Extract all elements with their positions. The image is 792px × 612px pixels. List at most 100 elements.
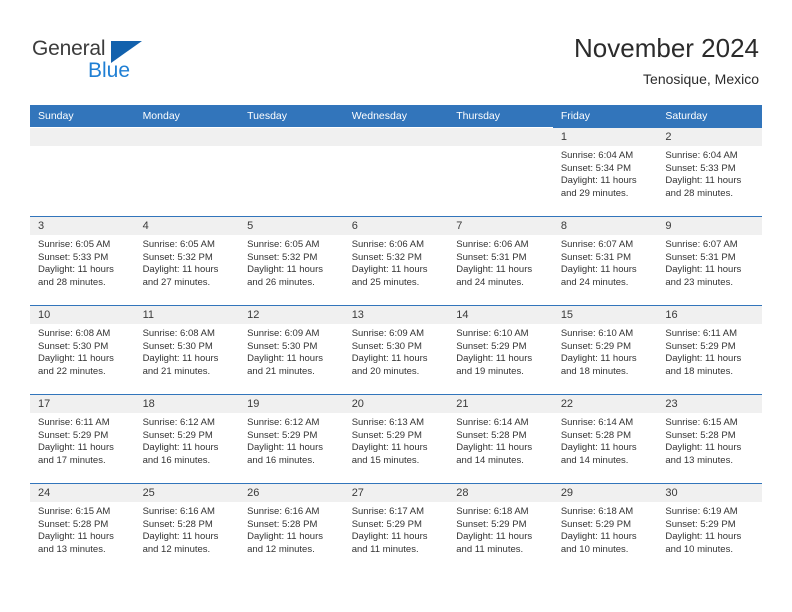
day-number: 2	[657, 128, 762, 146]
sunset-time: Sunset: 5:31 PM	[665, 251, 736, 263]
day-number: 18	[134, 395, 240, 413]
calendar-day-cell[interactable]: 25 Sunrise: 6:16 AM Sunset: 5:28 PM Dayligh…	[134, 483, 240, 573]
sunrise-time: Sunrise: 6:07 AM	[560, 239, 634, 250]
calendar-day-cell[interactable]: 11 Sunrise: 6:08 AM Sunset: 5:30 PM Dayligh…	[134, 305, 240, 395]
calendar-day-cell[interactable]: 24 Sunrise: 6:15 AM Sunset: 5:28 PM Dayligh…	[30, 483, 135, 573]
sunset-time: Sunset: 5:28 PM	[665, 429, 736, 441]
day-number: 3	[30, 217, 135, 235]
calendar-day-cell[interactable]: 15 Sunrise: 6:10 AM Sunset: 5:29 PM Dayligh…	[552, 305, 658, 395]
calendar-day-cell[interactable]: 3 Sunrise: 6:05 AM Sunset: 5:33 PM Daylight…	[30, 216, 135, 306]
sunset-time: Sunset: 5:32 PM	[142, 251, 213, 263]
sunset-time: Sunset: 5:30 PM	[142, 340, 213, 352]
sunset-time: Sunset: 5:29 PM	[351, 429, 422, 441]
calendar-day-cell[interactable]: 16 Sunrise: 6:11 AM Sunset: 5:29 PM Dayligh…	[657, 305, 762, 395]
calendar-day-cell[interactable]: 29 Sunrise: 6:18 AM Sunset: 5:29 PM Dayligh…	[552, 483, 658, 573]
calendar-day-cell[interactable]: 14 Sunrise: 6:10 AM Sunset: 5:29 PM Dayligh…	[448, 305, 553, 395]
daylight-duration-line2: and 14 minutes.	[456, 454, 524, 466]
sunset-time: Sunset: 5:33 PM	[665, 162, 736, 174]
daylight-duration-line1: Daylight: 11 hours	[351, 353, 428, 365]
calendar-day-cell[interactable]: 19 Sunrise: 6:12 AM Sunset: 5:29 PM Dayligh…	[239, 394, 344, 484]
sunrise-time: Sunrise: 6:14 AM	[456, 417, 529, 428]
calendar-day-cell[interactable]: 20 Sunrise: 6:13 AM Sunset: 5:29 PM Dayligh…	[343, 394, 449, 484]
page-title: November 2024	[574, 33, 759, 63]
day-details: Sunrise: 6:18 AM Sunset: 5:29 PM Daylight:…	[553, 502, 658, 556]
sunset-time: Sunset: 5:31 PM	[456, 251, 527, 263]
day-number: 25	[134, 484, 240, 502]
sunset-time: Sunset: 5:32 PM	[351, 251, 422, 263]
calendar-cell-empty	[30, 127, 135, 217]
general-blue-logo[interactable]: General Blue	[32, 36, 162, 86]
calendar-day-cell[interactable]: 5 Sunrise: 6:05 AM Sunset: 5:32 PM Daylight…	[239, 216, 344, 306]
daylight-duration-line1: Daylight: 11 hours	[142, 264, 219, 276]
daylight-duration-line1: Daylight: 11 hours	[351, 442, 428, 454]
sunset-time: Sunset: 5:29 PM	[38, 429, 109, 441]
day-details: Sunrise: 6:05 AM Sunset: 5:33 PM Daylight:…	[30, 235, 135, 289]
daylight-duration-line2: and 12 minutes.	[142, 543, 211, 555]
daylight-duration-line1: Daylight: 11 hours	[38, 531, 114, 543]
sunrise-time: Sunrise: 6:15 AM	[665, 417, 738, 428]
weekday-header-tuesday: Tuesday	[239, 105, 344, 128]
day-number: 23	[657, 395, 762, 413]
daylight-duration-line1: Daylight: 11 hours	[665, 264, 742, 276]
calendar-day-cell[interactable]: 26 Sunrise: 6:16 AM Sunset: 5:28 PM Dayligh…	[239, 483, 344, 573]
sunrise-time: Sunrise: 6:05 AM	[38, 239, 111, 250]
calendar-day-cell[interactable]: 22 Sunrise: 6:14 AM Sunset: 5:28 PM Dayligh…	[552, 394, 658, 484]
sunset-time: Sunset: 5:29 PM	[456, 518, 527, 530]
sunset-time: Sunset: 5:32 PM	[247, 251, 318, 263]
calendar-day-cell[interactable]: 18 Sunrise: 6:12 AM Sunset: 5:29 PM Dayligh…	[134, 394, 240, 484]
day-details: Sunrise: 6:12 AM Sunset: 5:29 PM Daylight:…	[135, 413, 240, 467]
day-number: 9	[657, 217, 762, 235]
sunset-time: Sunset: 5:31 PM	[560, 251, 632, 263]
daylight-duration-line1: Daylight: 11 hours	[665, 175, 742, 187]
sunrise-time: Sunrise: 6:13 AM	[351, 417, 425, 428]
sunrise-time: Sunrise: 6:04 AM	[665, 150, 738, 161]
sunrise-time: Sunrise: 6:05 AM	[247, 239, 320, 250]
calendar-day-cell[interactable]: 6 Sunrise: 6:06 AM Sunset: 5:32 PM Daylight…	[343, 216, 449, 306]
daylight-duration-line1: Daylight: 11 hours	[560, 175, 637, 187]
sunset-time: Sunset: 5:30 PM	[351, 340, 422, 352]
daylight-duration-line2: and 13 minutes.	[38, 543, 106, 555]
calendar-day-cell[interactable]: 12 Sunrise: 6:09 AM Sunset: 5:30 PM Dayligh…	[239, 305, 344, 395]
calendar-day-cell[interactable]: 17 Sunrise: 6:11 AM Sunset: 5:29 PM Dayligh…	[30, 394, 135, 484]
daylight-duration-line2: and 10 minutes.	[665, 543, 733, 555]
day-details: Sunrise: 6:05 AM Sunset: 5:32 PM Daylight:…	[239, 235, 344, 289]
sunrise-time: Sunrise: 6:09 AM	[351, 328, 425, 339]
calendar-day-cell[interactable]: 8 Sunrise: 6:07 AM Sunset: 5:31 PM Daylight…	[552, 216, 658, 306]
sunset-time: Sunset: 5:29 PM	[665, 340, 736, 352]
calendar-container: Sunday Monday Tuesday Wednesday Thursday…	[30, 105, 762, 573]
sunrise-time: Sunrise: 6:09 AM	[247, 328, 320, 339]
calendar-day-cell[interactable]: 7 Sunrise: 6:06 AM Sunset: 5:31 PM Daylight…	[448, 216, 553, 306]
calendar-day-cell[interactable]: 21 Sunrise: 6:14 AM Sunset: 5:28 PM Dayligh…	[448, 394, 553, 484]
daylight-duration-line1: Daylight: 11 hours	[456, 531, 533, 543]
calendar-day-cell[interactable]: 9 Sunrise: 6:07 AM Sunset: 5:31 PM Daylight…	[657, 216, 762, 306]
day-details: Sunrise: 6:06 AM Sunset: 5:31 PM Daylight:…	[448, 235, 553, 289]
day-number: 14	[448, 306, 553, 324]
daylight-duration-line2: and 28 minutes.	[38, 276, 106, 288]
day-number: 26	[239, 484, 344, 502]
calendar-day-cell[interactable]: 28 Sunrise: 6:18 AM Sunset: 5:29 PM Dayligh…	[448, 483, 553, 573]
sunrise-time: Sunrise: 6:05 AM	[142, 239, 215, 250]
day-details: Sunrise: 6:15 AM Sunset: 5:28 PM Daylight:…	[30, 502, 135, 556]
calendar-day-cell[interactable]: 1 Sunrise: 6:04 AM Sunset: 5:34 PM Daylight…	[552, 127, 658, 217]
calendar-day-cell[interactable]: 4 Sunrise: 6:05 AM Sunset: 5:32 PM Daylight…	[134, 216, 240, 306]
sunrise-time: Sunrise: 6:18 AM	[456, 506, 529, 517]
calendar-day-cell[interactable]: 27 Sunrise: 6:17 AM Sunset: 5:29 PM Dayligh…	[343, 483, 449, 573]
daylight-duration-line2: and 18 minutes.	[665, 365, 733, 377]
day-number: 16	[657, 306, 762, 324]
calendar-day-cell[interactable]: 2 Sunrise: 6:04 AM Sunset: 5:33 PM Daylight…	[657, 127, 762, 217]
day-details: Sunrise: 6:04 AM Sunset: 5:34 PM Daylight:…	[553, 146, 658, 200]
day-number: 10	[30, 306, 135, 324]
daylight-duration-line2: and 11 minutes.	[351, 543, 419, 555]
calendar-day-cell[interactable]: 30 Sunrise: 6:19 AM Sunset: 5:29 PM Dayligh…	[657, 483, 762, 573]
daylight-duration-line1: Daylight: 11 hours	[351, 264, 428, 276]
calendar-day-cell[interactable]: 13 Sunrise: 6:09 AM Sunset: 5:30 PM Dayligh…	[343, 305, 449, 395]
day-details	[135, 146, 240, 150]
day-number: 20	[343, 395, 449, 413]
day-details: Sunrise: 6:14 AM Sunset: 5:28 PM Daylight:…	[553, 413, 658, 467]
sunrise-time: Sunrise: 6:07 AM	[665, 239, 738, 250]
calendar-day-cell[interactable]: 10 Sunrise: 6:08 AM Sunset: 5:30 PM Dayligh…	[30, 305, 135, 395]
daylight-duration-line2: and 22 minutes.	[38, 365, 106, 377]
day-details: Sunrise: 6:08 AM Sunset: 5:30 PM Daylight:…	[30, 324, 135, 378]
sunrise-time: Sunrise: 6:18 AM	[560, 506, 634, 517]
calendar-day-cell[interactable]: 23 Sunrise: 6:15 AM Sunset: 5:28 PM Dayligh…	[657, 394, 762, 484]
